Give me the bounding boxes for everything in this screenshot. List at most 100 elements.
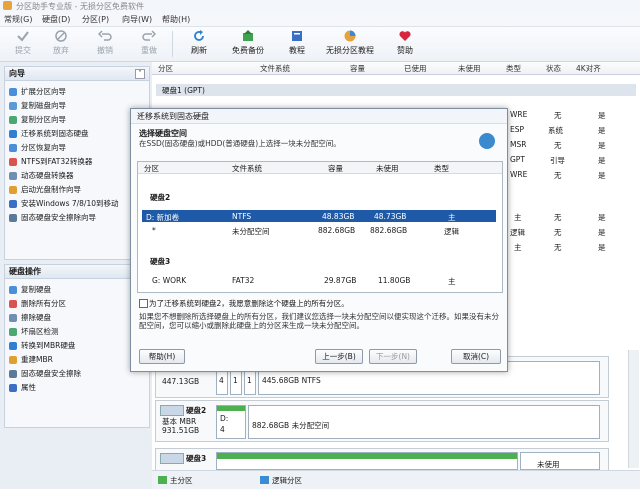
col-type: 类型 — [434, 164, 449, 173]
disk-map-2[interactable]: 硬盘2 基本 MBR 931.51GB D: 4 882.68GB 未分配空间 — [155, 400, 609, 442]
col-filesystem[interactable]: 文件系统 — [260, 63, 290, 74]
partition-block-g[interactable] — [216, 452, 518, 470]
window-title: 分区助手专业版 - 无损分区免费软件 — [16, 2, 144, 11]
commit-button[interactable]: 提交 — [8, 29, 38, 59]
wizard-item-label: 分区恢复向导 — [21, 143, 66, 152]
legend-logical: 逻辑分区 — [272, 476, 302, 485]
help-button[interactable]: 帮助(H) — [139, 349, 185, 364]
disk-op-item[interactable]: 转换到MBR硬盘 — [5, 339, 149, 353]
primary-swatch — [158, 476, 167, 484]
wizard-item[interactable]: 分区恢复向导 — [5, 141, 149, 155]
wizard-item[interactable]: 复制分区向导 — [5, 113, 149, 127]
redo-button[interactable]: 重做 — [134, 29, 164, 59]
logical-swatch — [260, 476, 269, 484]
unallocated-block-label: 882.68GB 未分配空间 — [252, 421, 330, 430]
row-type: 主 — [514, 243, 522, 252]
grid-header: 分区 文件系统 容量 已使用 未使用 类型 状态 4K对齐 — [152, 62, 640, 75]
dialog-title-bar: 迁移系统到固态硬盘 × — [131, 109, 507, 124]
disk-op-item[interactable]: 固态硬盘安全擦除 — [5, 367, 149, 381]
disk-op-item[interactable]: 复制硬盘 — [5, 283, 149, 297]
tutorial-button[interactable]: 教程 — [282, 29, 312, 59]
bootable-cd-icon — [9, 186, 17, 194]
disk-op-item[interactable]: 坏扇区检测 — [5, 325, 149, 339]
col-partition: 分区 — [144, 164, 159, 173]
wizard-item[interactable]: 复制磁盘向导 — [5, 99, 149, 113]
partition-block-label: 4 — [219, 376, 224, 385]
col-partition[interactable]: 分区 — [158, 63, 173, 74]
col-type[interactable]: 类型 — [506, 63, 521, 74]
wizard-item-label: 安装Windows 7/8/10到移动 — [21, 199, 119, 208]
partition-block-d[interactable]: D: 4 — [216, 405, 246, 439]
list-row[interactable]: * 未分配空间 882.68GB 882.68GB 逻辑 — [142, 224, 496, 236]
collapse-icon[interactable]: ˄ — [135, 69, 145, 79]
wizard-item[interactable]: 固态硬盘安全擦除向导 — [5, 211, 149, 225]
menu-wizard[interactable]: 向导(W) — [122, 14, 152, 25]
disk-map-scrollbar[interactable] — [628, 350, 639, 468]
col-capacity: 容量 — [328, 164, 343, 173]
col-capacity[interactable]: 容量 — [350, 63, 365, 74]
wizard-item[interactable]: NTFS到FAT32转换器 — [5, 155, 149, 169]
disk-op-item[interactable]: 重建MBR — [5, 353, 149, 367]
menu-partition[interactable]: 分区(P) — [82, 14, 109, 25]
discard-button[interactable]: 放弃 — [46, 29, 76, 59]
ssd-erase-icon — [9, 370, 17, 378]
ntfs-fat32-icon — [9, 158, 17, 166]
wizard-item[interactable]: 扩展分区向导 — [5, 85, 149, 99]
donate-label: 赞助 — [397, 46, 413, 55]
row-free: 11.80GB — [378, 276, 411, 285]
row-type: GPT — [510, 155, 525, 164]
toolbar-separator — [172, 31, 173, 57]
row-align: 是 — [598, 228, 606, 237]
disk-map-3[interactable]: 硬盘3 未使用 — [155, 448, 609, 472]
disk-icon — [160, 453, 184, 464]
free-backup-button[interactable]: 免费备份 — [226, 29, 270, 59]
back-button[interactable]: 上一步(B) — [315, 349, 363, 364]
refresh-label: 刷新 — [191, 46, 207, 55]
wizard-item[interactable]: 动态硬盘转换器 — [5, 169, 149, 183]
row-type: 主 — [514, 213, 522, 222]
row-status: 无 — [554, 213, 562, 222]
book-icon — [292, 31, 302, 41]
list-row-selected[interactable]: D: 新加卷 NTFS 48.83GB 48.73GB 主 — [142, 210, 496, 222]
col-4k-align[interactable]: 4K对齐 — [576, 63, 601, 74]
disk-op-item[interactable]: 擦除硬盘 — [5, 311, 149, 325]
row-status: 无 — [554, 111, 562, 120]
copy-disk-icon — [9, 102, 17, 110]
disk1-group-row[interactable]: 硬盘1 (GPT) — [156, 84, 636, 96]
cancel-button[interactable]: 取消(C) — [451, 349, 501, 364]
disk-op-item[interactable]: 删除所有分区 — [5, 297, 149, 311]
wizard-item[interactable]: 启动光盘制作向导 — [5, 183, 149, 197]
wizard-item-label: 迁移系统到固态硬盘 — [21, 129, 89, 138]
col-used[interactable]: 已使用 — [404, 63, 427, 74]
wizard-item[interactable]: 迁移系统到固态硬盘 — [5, 127, 149, 141]
row-partition: D: 新加卷 — [146, 213, 180, 222]
ssd-erase-icon — [9, 214, 17, 222]
col-filesystem: 文件系统 — [232, 164, 262, 173]
disk-op-label: 属性 — [21, 383, 36, 392]
unallocated-block[interactable]: 882.68GB 未分配空间 — [248, 405, 600, 439]
wizard-item-label: 复制磁盘向导 — [21, 101, 66, 110]
menu-help[interactable]: 帮助(H) — [162, 14, 190, 25]
row-type: WRE — [510, 170, 528, 179]
col-status[interactable]: 状态 — [546, 63, 561, 74]
row-filesystem: 未分配空间 — [232, 227, 270, 236]
col-free[interactable]: 未使用 — [458, 63, 481, 74]
disk-op-item[interactable]: 属性 — [5, 381, 149, 395]
wizard-item[interactable]: 安装Windows 7/8/10到移动 — [5, 197, 149, 211]
list-row[interactable]: G: WORK FAT32 29.87GB 11.80GB 主 — [142, 274, 496, 286]
donate-button[interactable]: 赞助 — [390, 29, 420, 59]
delete-all-partitions-label: 为了迁移系统到硬盘2，我愿意删除这个硬盘上的所有分区。 — [149, 299, 349, 308]
tutorial-label: 教程 — [289, 46, 305, 55]
close-icon[interactable]: × — [137, 111, 501, 120]
delete-all-partitions-checkbox[interactable] — [139, 299, 148, 308]
free-block[interactable]: 未使用 — [520, 452, 600, 470]
refresh-button[interactable]: 刷新 — [184, 29, 214, 59]
wipe-disk-icon — [9, 314, 17, 322]
lossless-tutorial-button[interactable]: 无损分区教程 — [322, 29, 378, 59]
redo-label: 重做 — [141, 46, 157, 55]
row-align: 是 — [598, 171, 606, 180]
undo-button[interactable]: 撤销 — [90, 29, 120, 59]
menu-disk[interactable]: 硬盘(D) — [42, 14, 70, 25]
next-button[interactable]: 下一步(N) — [369, 349, 417, 364]
menu-general[interactable]: 常规(G) — [4, 14, 32, 25]
